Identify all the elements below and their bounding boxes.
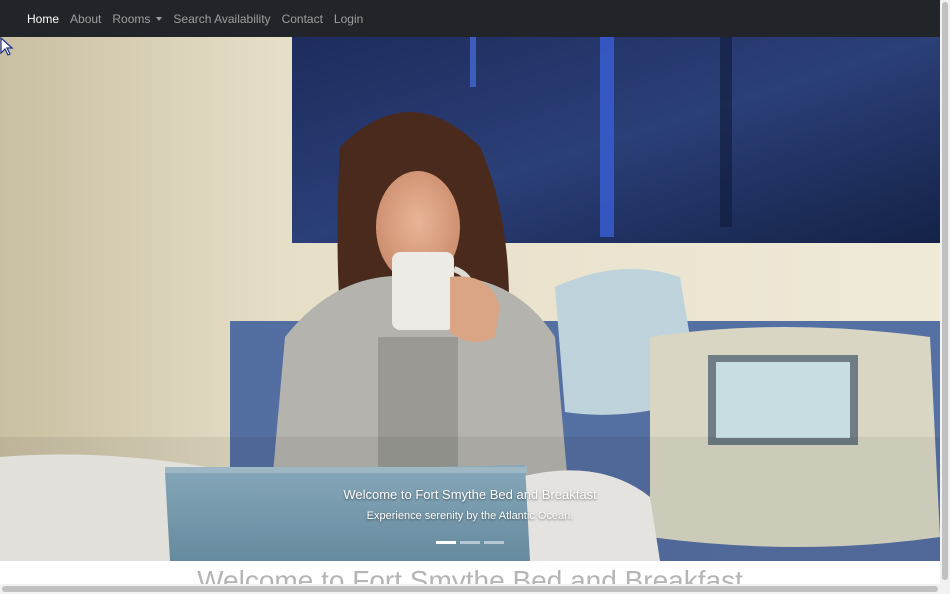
horizontal-scrollbar[interactable] xyxy=(0,584,940,594)
page: Home About Rooms Search Availability Con… xyxy=(0,0,950,594)
nav-home[interactable]: Home xyxy=(27,12,59,26)
navbar: Home About Rooms Search Availability Con… xyxy=(0,0,940,37)
nav-about[interactable]: About xyxy=(70,12,101,26)
horizontal-scrollbar-thumb[interactable] xyxy=(2,586,938,592)
carousel-caption-title: Welcome to Fort Smythe Bed and Breakfast xyxy=(343,487,597,502)
mouse-pointer-icon xyxy=(0,37,14,56)
nav-rooms-dropdown[interactable]: Rooms xyxy=(112,11,163,26)
carousel-caption-subtitle: Experience serenity by the Atlantic Ocea… xyxy=(366,510,574,522)
nav-search-availability[interactable]: Search Availability xyxy=(173,12,270,26)
carousel-indicator-3[interactable] xyxy=(484,541,504,544)
carousel-indicator-2[interactable] xyxy=(460,541,480,544)
carousel-slide-image xyxy=(0,37,940,561)
hero-carousel[interactable]: Welcome to Fort Smythe Bed and Breakfast… xyxy=(0,37,940,561)
nav-rooms-label: Rooms xyxy=(112,11,151,26)
vertical-scrollbar[interactable] xyxy=(940,0,950,594)
carousel-indicator-1[interactable] xyxy=(436,541,456,544)
carousel-indicators xyxy=(0,541,940,544)
caret-down-icon xyxy=(156,17,163,21)
vertical-scrollbar-thumb[interactable] xyxy=(942,2,948,580)
nav-login[interactable]: Login xyxy=(334,12,363,26)
page-heading: Welcome to Fort Smythe Bed and Breakfast xyxy=(197,566,743,584)
nav-contact[interactable]: Contact xyxy=(282,12,323,26)
